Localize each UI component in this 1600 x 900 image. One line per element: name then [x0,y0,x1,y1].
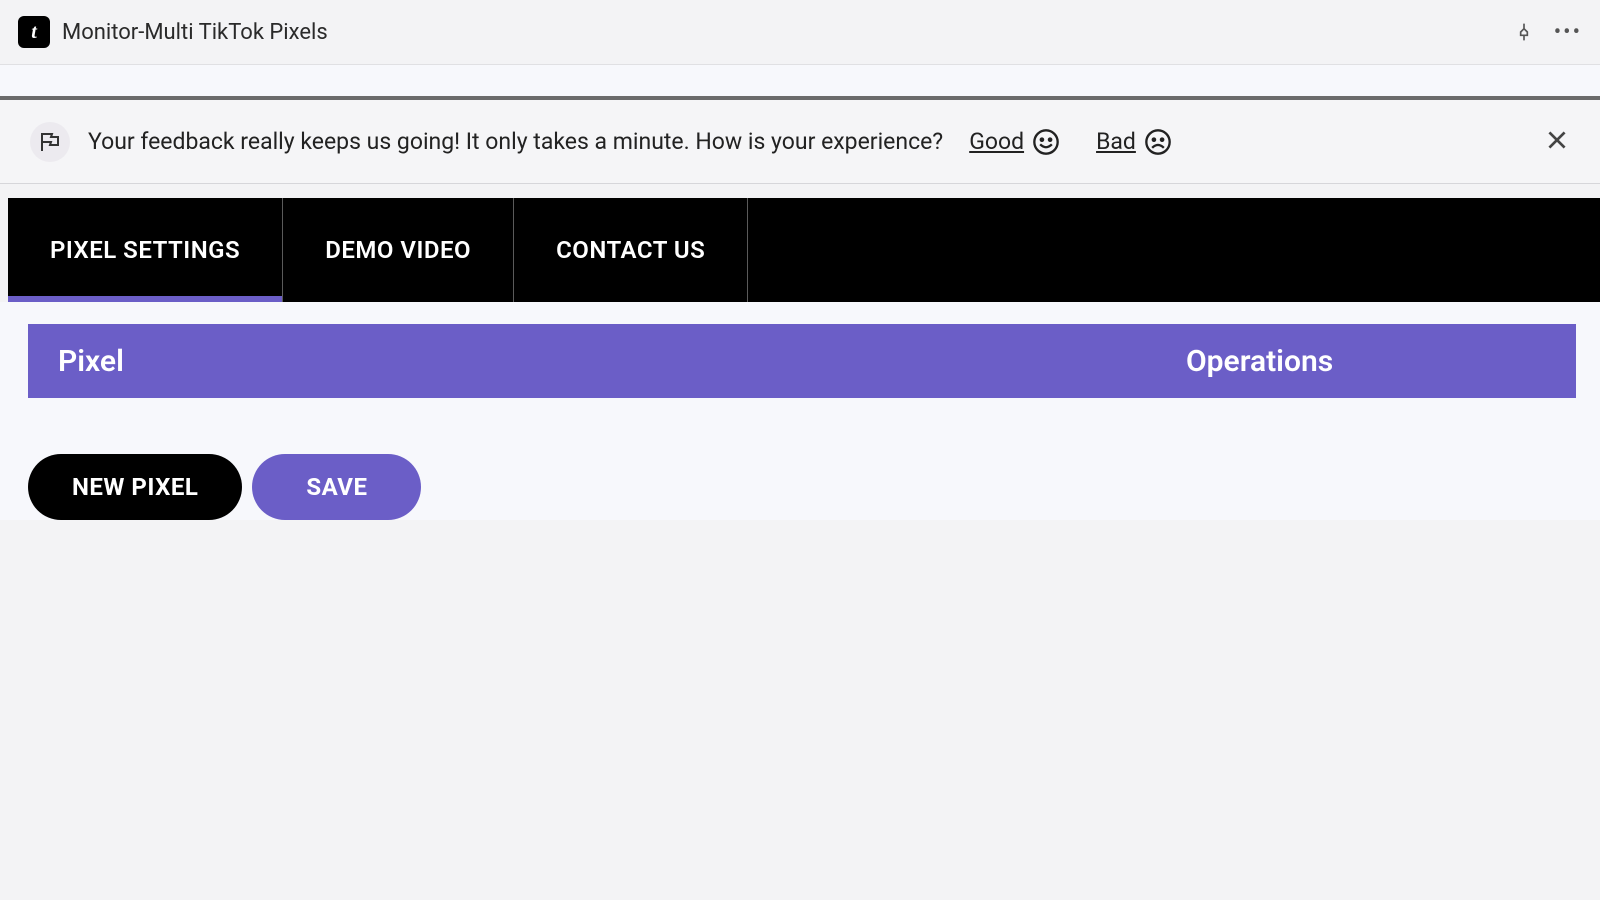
more-icon[interactable]: ••• [1554,20,1582,45]
tab-pixel-settings[interactable]: PIXEL SETTINGS [8,198,283,302]
feedback-good-link[interactable]: Good [969,128,1024,155]
action-row: NEW PIXEL SAVE [28,454,1576,520]
new-pixel-button[interactable]: NEW PIXEL [28,454,242,520]
tab-bar: PIXEL SETTINGS DEMO VIDEO CONTACT US [8,198,1600,302]
app-icon: t [18,16,50,48]
tab-contact-us[interactable]: CONTACT US [514,198,748,302]
tab-label: CONTACT US [556,236,705,264]
content-area: Pixel Operations NEW PIXEL SAVE [0,302,1600,520]
frown-icon [1144,128,1172,156]
feedback-bar: Your feedback really keeps us going! It … [0,100,1600,184]
column-header-operations: Operations [1186,344,1546,379]
close-icon[interactable] [1544,127,1570,157]
feedback-bad-link[interactable]: Bad [1096,128,1136,155]
save-button[interactable]: SAVE [252,454,421,520]
feedback-text: Your feedback really keeps us going! It … [88,128,943,155]
flag-icon [30,122,70,162]
title-bar: t Monitor-Multi TikTok Pixels ••• [0,0,1600,65]
pin-icon[interactable] [1514,22,1534,42]
tab-demo-video[interactable]: DEMO VIDEO [283,198,514,302]
app-title: Monitor-Multi TikTok Pixels [62,20,1514,45]
smile-icon [1032,128,1060,156]
column-header-pixel: Pixel [58,344,1186,379]
sub-bar [0,65,1600,100]
table-header: Pixel Operations [28,324,1576,398]
tab-label: PIXEL SETTINGS [50,236,240,264]
tab-label: DEMO VIDEO [325,236,471,264]
